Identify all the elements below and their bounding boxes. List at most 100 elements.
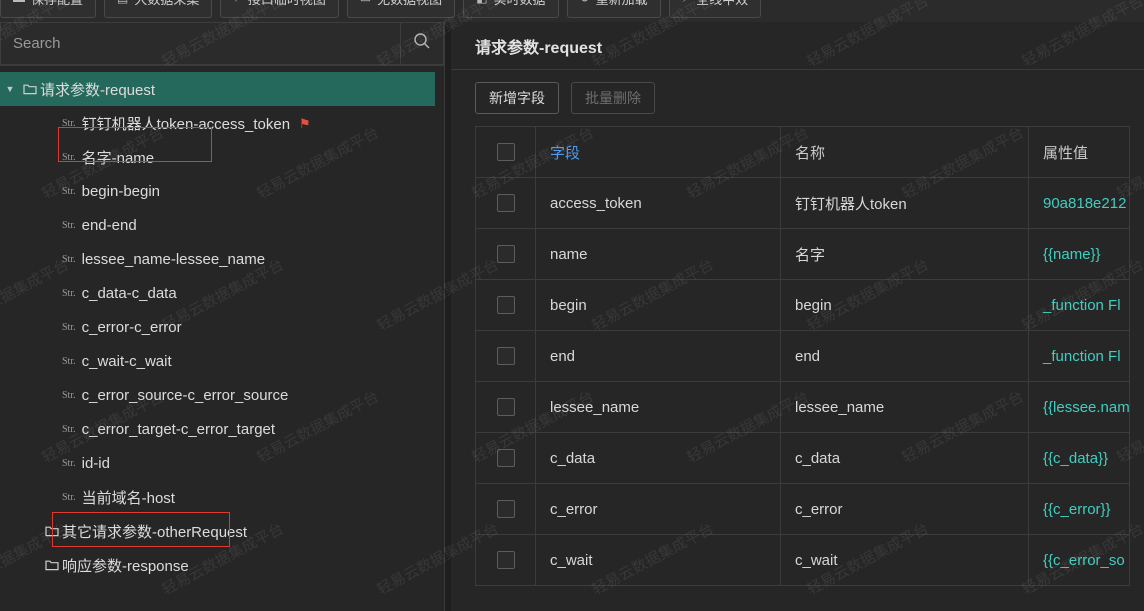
row-checkbox[interactable] xyxy=(496,398,515,417)
panel-toolbar: 新增字段 批量删除 xyxy=(451,70,1144,126)
tree-node-label: 当前域名-host xyxy=(81,489,175,507)
row-select-cell[interactable] xyxy=(475,483,536,535)
flag-icon[interactable]: ⚑ xyxy=(299,117,311,130)
field-table-wrap: 字段 名称 属性值 access_token 钉钉机器人token 90a818e2… xyxy=(451,126,1144,611)
folder-icon xyxy=(42,559,62,571)
string-type-tag: Str. xyxy=(62,151,76,163)
string-type-tag: Str. xyxy=(62,491,76,503)
toolbar-button-6[interactable]: ⚡ 全线中效 xyxy=(668,0,762,18)
cell-field: end xyxy=(535,330,781,382)
table-header-row: 字段 名称 属性值 xyxy=(475,126,1130,178)
row-select-cell[interactable] xyxy=(475,381,536,433)
tree-node-5[interactable]: Str. c_data-c_data xyxy=(0,276,444,310)
cell-value: {{c_error_so xyxy=(1028,534,1130,586)
cell-name: c_data xyxy=(780,432,1029,484)
string-type-tag: Str. xyxy=(62,423,76,435)
cell-value-text: 90a818e212 xyxy=(1043,194,1127,212)
table-row[interactable]: lessee_name lessee_name {{lessee.nam xyxy=(475,381,1130,433)
table-row[interactable]: end end _function Fl xyxy=(475,330,1130,382)
column-header-name[interactable]: 名称 xyxy=(780,126,1029,178)
panel-splitter[interactable] xyxy=(444,22,451,611)
cell-field-text: c_wait xyxy=(550,551,593,569)
column-header-field[interactable]: 字段 xyxy=(535,126,781,178)
table-row[interactable]: name 名字 {{name}} xyxy=(475,228,1130,280)
cell-field-text: access_token xyxy=(550,194,642,212)
row-checkbox[interactable] xyxy=(496,551,515,570)
row-checkbox[interactable] xyxy=(496,296,515,315)
row-select-cell[interactable] xyxy=(475,534,536,586)
tree-node-sibling-0[interactable]: 其它请求参数-otherRequest xyxy=(0,514,444,548)
tree-node-label: c_error_source-c_error_source xyxy=(81,386,289,404)
cell-value-text: {{c_data}} xyxy=(1043,449,1109,467)
tree-node-11[interactable]: Str. 当前域名-host xyxy=(0,480,444,514)
row-select-cell[interactable] xyxy=(475,228,536,280)
cell-field: lessee_name xyxy=(535,381,781,433)
cell-value-text: {{c_error}} xyxy=(1043,500,1111,518)
tree-node-label: end-end xyxy=(81,216,137,234)
select-all-checkbox[interactable] xyxy=(496,143,515,162)
toolbar-button-2[interactable]: ⚡ 接口临时视图 xyxy=(220,0,339,18)
toolbar-button-3[interactable]: ▭ 无数据视图 xyxy=(346,0,456,18)
main-area: ▼ 请求参数-request Str. 钉钉机器人token-access_token… xyxy=(0,22,1144,611)
cell-name-text: lessee_name xyxy=(795,398,885,416)
cell-field: access_token xyxy=(535,177,781,229)
row-select-cell[interactable] xyxy=(475,330,536,382)
row-checkbox[interactable] xyxy=(496,245,515,264)
tree-node-label: c_data-c_data xyxy=(81,284,177,302)
search-button[interactable] xyxy=(400,22,444,65)
tree-node-label: 响应参数-response xyxy=(62,557,189,575)
toolbar-button-5[interactable]: ↻ 重新加载 xyxy=(566,0,661,18)
row-checkbox[interactable] xyxy=(496,194,515,213)
toolbar-button-0[interactable]: ▬ 保存配置 xyxy=(0,0,97,18)
tree-node-request-root[interactable]: ▼ 请求参数-request xyxy=(0,72,435,106)
tree-node-2[interactable]: Str. begin-begin xyxy=(0,174,444,208)
tree-node-4[interactable]: Str. lessee_name-lessee_name xyxy=(0,242,444,276)
tree-node-label: id-id xyxy=(81,454,110,472)
chevron-down-icon[interactable]: ▼ xyxy=(0,84,20,94)
table-row[interactable]: c_data c_data {{c_data}} xyxy=(475,432,1130,484)
tree-node-3[interactable]: Str. end-end xyxy=(0,208,444,242)
add-field-button[interactable]: 新增字段 xyxy=(475,82,559,114)
box-icon: ▬ xyxy=(13,0,25,4)
toolbar-button-label: 全线中效 xyxy=(696,0,748,8)
row-select-cell[interactable] xyxy=(475,279,536,331)
row-checkbox[interactable] xyxy=(496,347,515,366)
toolbar-button-4[interactable]: ◧ 实时数据 xyxy=(463,0,559,18)
toolbar-button-1[interactable]: ▤ 大数据采集 xyxy=(104,0,213,18)
tree-node-8[interactable]: Str. c_error_source-c_error_source xyxy=(0,378,444,412)
toolbar-button-label: 实时数据 xyxy=(494,0,546,8)
tree-node-10[interactable]: Str. id-id xyxy=(0,446,444,480)
cell-name: c_error xyxy=(780,483,1029,535)
table-row[interactable]: c_error c_error {{c_error}} xyxy=(475,483,1130,535)
cell-value: _function Fl xyxy=(1028,330,1130,382)
cell-field: c_data xyxy=(535,432,781,484)
table-row[interactable]: access_token 钉钉机器人token 90a818e212 xyxy=(475,177,1130,229)
tree-node-0[interactable]: Str. 钉钉机器人token-access_token ⚑ xyxy=(0,106,444,140)
search-box[interactable] xyxy=(0,22,400,65)
row-select-cell[interactable] xyxy=(475,432,536,484)
column-header-value[interactable]: 属性值 xyxy=(1028,126,1130,178)
table-row[interactable]: begin begin _function Fl xyxy=(475,279,1130,331)
cell-field: c_error xyxy=(535,483,781,535)
string-type-tag: Str. xyxy=(62,389,76,401)
cell-field-text: begin xyxy=(550,296,587,314)
select-all-cell[interactable] xyxy=(475,126,536,178)
panel-title: 请求参数-request xyxy=(451,22,1144,70)
tree-node-label: c_wait-c_wait xyxy=(81,352,172,370)
hand-icon: ◧ xyxy=(476,0,487,4)
parameter-tree[interactable]: ▼ 请求参数-request Str. 钉钉机器人token-access_token… xyxy=(0,66,444,611)
tree-node-label: 钉钉机器人token-access_token xyxy=(81,115,291,133)
table-row[interactable]: c_wait c_wait {{c_error_so xyxy=(475,534,1130,586)
tree-node-6[interactable]: Str. c_error-c_error xyxy=(0,310,444,344)
row-select-cell[interactable] xyxy=(475,177,536,229)
tree-node-sibling-1[interactable]: 响应参数-response xyxy=(0,548,444,582)
cell-value: {{c_data}} xyxy=(1028,432,1130,484)
row-checkbox[interactable] xyxy=(496,500,515,519)
tree-node-label: c_error-c_error xyxy=(81,318,182,336)
search-input[interactable] xyxy=(13,35,388,52)
cell-name-text: c_data xyxy=(795,449,841,467)
tree-node-9[interactable]: Str. c_error_target-c_error_target xyxy=(0,412,444,446)
tree-node-7[interactable]: Str. c_wait-c_wait xyxy=(0,344,444,378)
row-checkbox[interactable] xyxy=(496,449,515,468)
tree-node-1[interactable]: Str. 名字-name xyxy=(0,140,444,174)
